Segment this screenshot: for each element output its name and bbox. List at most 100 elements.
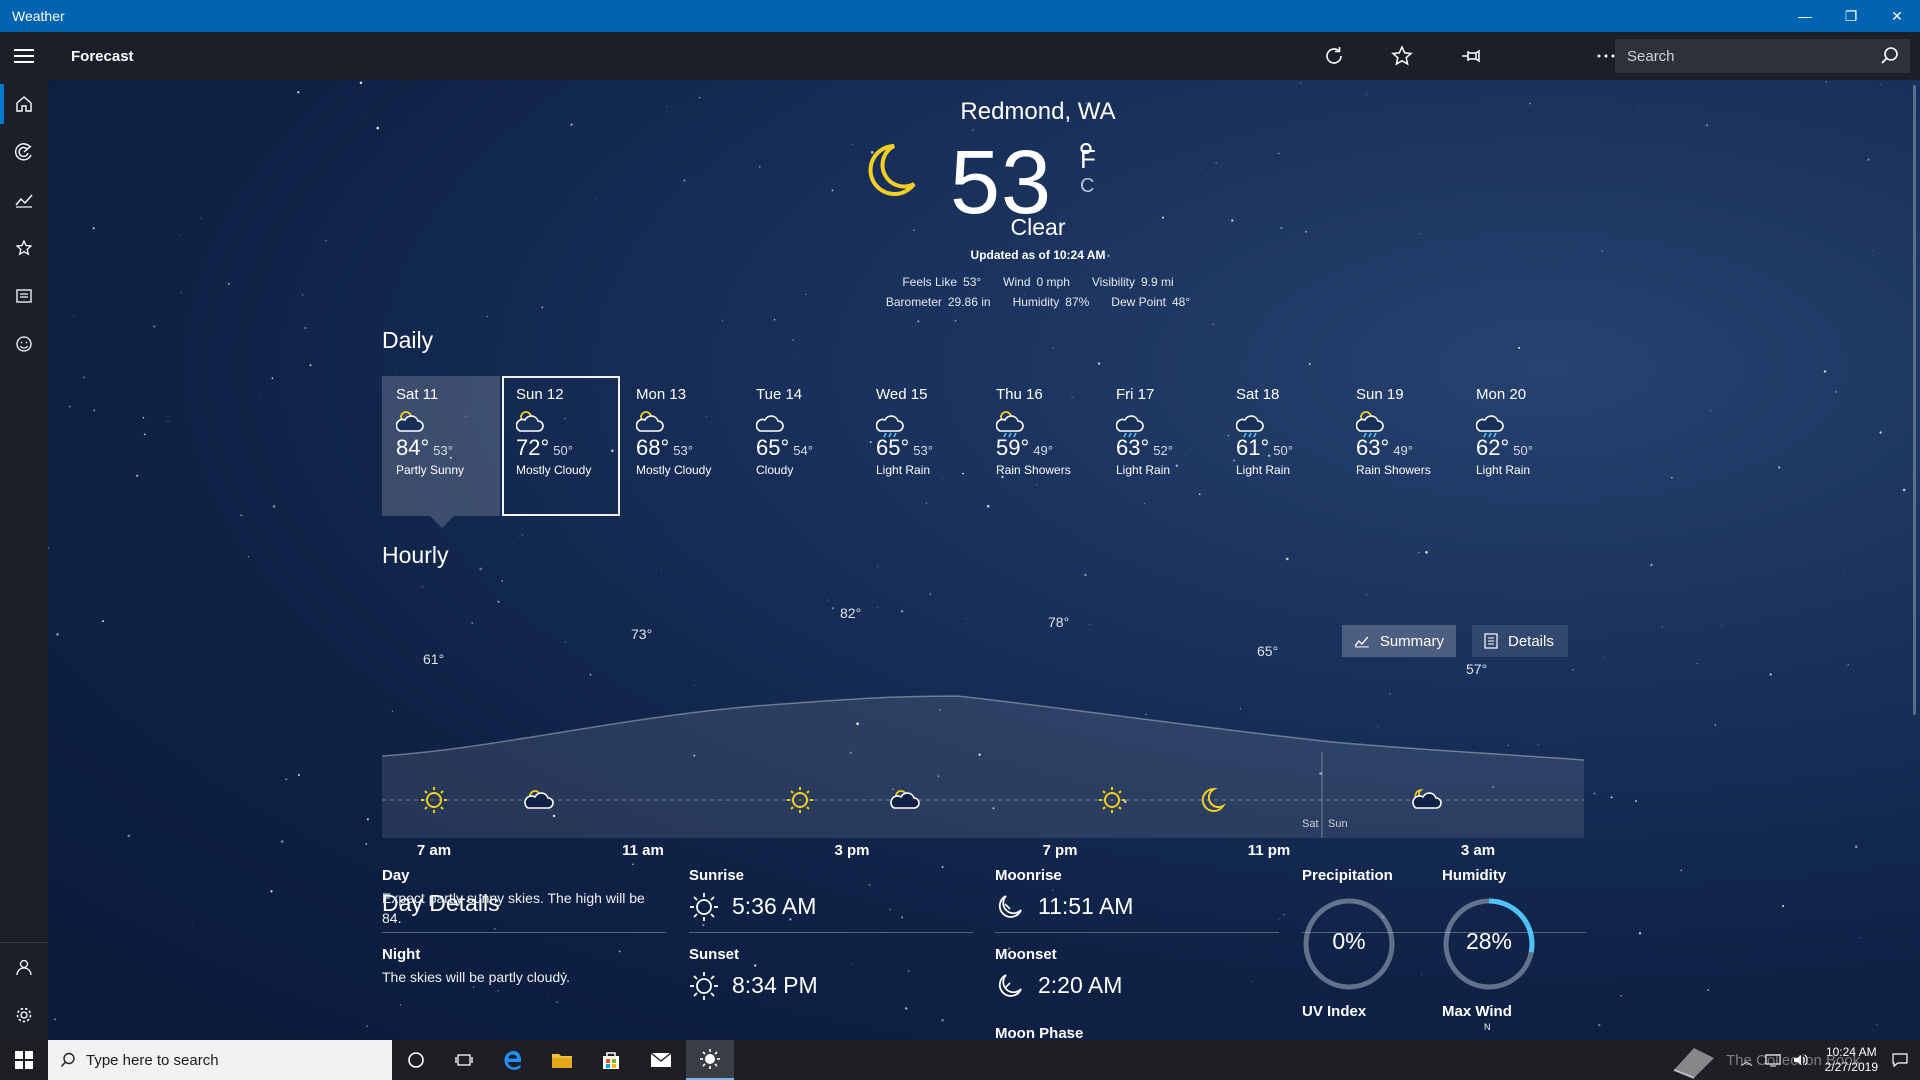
day-temps: 84° 53° [396, 435, 500, 461]
daily-forecast-day[interactable]: Tue 14 65° 54° Cloudy [742, 376, 860, 516]
clear-night-icon [868, 144, 916, 196]
current-metrics: Feels Like 53° Wind 0 mph Visibility 9.9 mi B… [768, 275, 1308, 315]
day-name: Sun 19 [1356, 386, 1404, 403]
day-condition: Light Rain [1476, 463, 1531, 477]
news-icon [16, 289, 32, 303]
day-temps: 62° 50° [1476, 435, 1580, 461]
mail-button[interactable] [637, 1040, 685, 1080]
summary-toggle-button[interactable]: Summary [1342, 625, 1456, 657]
hourly-time-label: 7 am [416, 842, 452, 859]
metric-value: 0 mph [1036, 275, 1070, 289]
nav-maps[interactable] [0, 128, 48, 176]
metric-label: Visibility [1091, 275, 1135, 289]
day-temps: 65° 54° [756, 435, 860, 461]
metric-item: Feels Like 53° [902, 275, 981, 289]
nav-news[interactable] [0, 272, 48, 320]
taskbar-search[interactable]: Type here to search [48, 1040, 392, 1080]
search-icon[interactable] [1880, 46, 1900, 66]
details-label: Details [1508, 632, 1554, 650]
day-condition: Partly Sunny [396, 463, 465, 477]
daily-forecast-day[interactable]: Sat 18 61° 50° Light Rain [1222, 376, 1340, 516]
hourly-temp-label: 57° [1466, 661, 1488, 677]
restore-button[interactable]: ❐ [1828, 0, 1874, 32]
day-icon [995, 409, 1100, 438]
day-condition: Rain Showers [1356, 463, 1431, 477]
daily-forecast-day[interactable]: Wed 15 65° 53° Light Rain [862, 376, 980, 516]
details-toggle-button[interactable]: Details [1472, 625, 1568, 657]
hourly-temp-label: 82° [840, 605, 862, 621]
day-high: 68° [636, 435, 670, 460]
metric-item: Visibility 9.9 mi [1092, 275, 1174, 289]
day-condition: Light Rain [1116, 463, 1171, 477]
nav-historical[interactable] [0, 176, 48, 224]
nav-sidebar [0, 80, 48, 1040]
edge-button[interactable] [489, 1040, 537, 1080]
close-button[interactable]: ✕ [1874, 0, 1920, 32]
forecast-page: Redmond, WA 53 ° F C Clear Updated as of… [48, 80, 1920, 1040]
nav-account[interactable] [0, 943, 48, 991]
daily-forecast-day[interactable]: Sun 12 72° 50° Mostly Cloudy [502, 376, 620, 516]
unit-celsius[interactable]: C [1080, 175, 1094, 198]
day-condition: Light Rain [1236, 463, 1291, 477]
favorite-button[interactable] [1368, 32, 1436, 80]
hourly-time-label: 11 pm [1247, 842, 1291, 859]
nav-settings[interactable] [0, 991, 48, 1039]
metric-label: Wind [1003, 275, 1031, 289]
sunset-label: Sunset [689, 946, 740, 963]
refresh-icon [1326, 47, 1342, 64]
day-icon [635, 409, 740, 433]
daily-forecast-day[interactable]: Sat 11 84° 53° Partly Sunny [382, 376, 500, 528]
day-description: Expect partly sunny skies. The high will… [382, 890, 645, 926]
scrollbar[interactable] [1913, 85, 1916, 715]
hamburger-icon [14, 49, 34, 63]
daily-forecast-day[interactable]: Mon 20 62° 50° Light Rain [1462, 376, 1580, 516]
daily-forecast-day[interactable]: Fri 17 63° 52° Light Rain [1102, 376, 1220, 516]
file-explorer-button[interactable] [538, 1040, 586, 1080]
day-condition: Mostly Cloudy [636, 463, 712, 477]
store-button[interactable] [587, 1040, 635, 1080]
unit-fahrenheit[interactable]: F [1080, 144, 1096, 175]
task-view-button[interactable] [440, 1040, 488, 1080]
refresh-button[interactable] [1300, 32, 1368, 80]
day-high: 72° [516, 435, 550, 460]
metric-item: Wind 0 mph [1003, 275, 1070, 289]
day-icon [1235, 409, 1340, 438]
moonrise-icon [998, 895, 1022, 918]
more-icon [1597, 54, 1615, 58]
daily-forecast-day[interactable]: Sun 19 63° 49° Rain Showers [1342, 376, 1460, 516]
search-input[interactable] [1625, 46, 1869, 66]
pin-button[interactable] [1436, 32, 1504, 80]
day-high: 59° [996, 435, 1030, 460]
precipitation-value: 0% [1332, 928, 1366, 954]
cortana-button[interactable] [392, 1040, 440, 1080]
dark-mode-button[interactable] [1504, 32, 1572, 80]
list-icon [1484, 633, 1498, 649]
hamburger-menu-button[interactable] [0, 32, 48, 80]
day-low: 53° [673, 443, 693, 458]
search-icon [60, 1052, 75, 1067]
hourly-time-label: 11 am [622, 842, 664, 859]
day-name: Mon 20 [1476, 386, 1527, 403]
daily-forecast-day[interactable]: Mon 13 68° 53° Mostly Cloudy [622, 376, 740, 516]
weather-app-button[interactable] [686, 1040, 734, 1080]
metrics-row: Barometer 29.86 in Humidity 87% Dew Point 48° [768, 295, 1308, 309]
hourly-temp-label: 65° [1257, 643, 1279, 659]
metric-item: Barometer 29.86 in [886, 295, 991, 309]
nav-life[interactable] [0, 320, 48, 368]
max-wind-label: Max Wind [1442, 1003, 1512, 1020]
day-low: 54° [793, 443, 813, 458]
nav-favorites[interactable] [0, 224, 48, 272]
daily-forecast-day[interactable]: Thu 16 59° 49° Rain Showers [982, 376, 1100, 516]
precipitation-label: Precipitation [1302, 867, 1393, 884]
gear-icon [16, 1007, 32, 1023]
day-high: 63° [1116, 435, 1150, 460]
nav-forecast[interactable] [0, 80, 48, 128]
home-icon [16, 96, 32, 112]
star-icon [1391, 45, 1413, 66]
metric-label: Feels Like [902, 275, 958, 289]
minimize-button[interactable]: — [1782, 0, 1828, 32]
metric-label: Humidity [1012, 295, 1060, 309]
start-button[interactable] [0, 1040, 48, 1080]
appbar-actions [1300, 32, 1640, 80]
day-high: 65° [876, 435, 910, 460]
